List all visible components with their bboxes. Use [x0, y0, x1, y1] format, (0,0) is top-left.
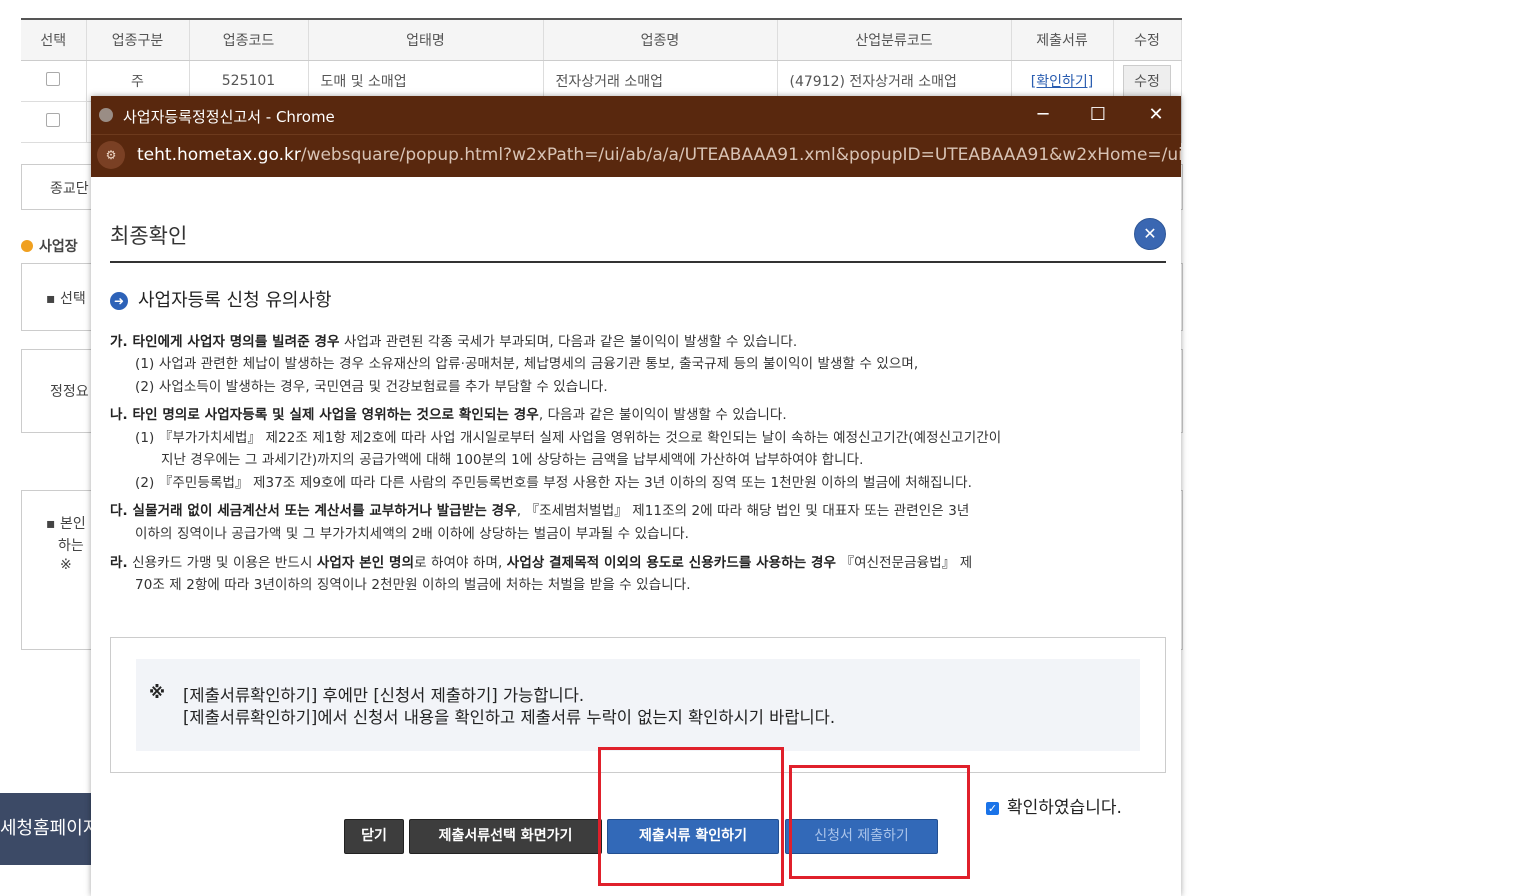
close-window-icon[interactable]: ✕ — [1136, 100, 1176, 130]
notice-da: 다. 실물거래 없이 세금계산서 또는 계산서를 교부하거나 발급받는 경우, … — [110, 503, 970, 519]
notice-na-1b: 지난 경우에는 그 과세기간)까지의 공급가액에 대해 100분의 1에 상당하… — [161, 452, 864, 468]
docs-link[interactable]: [확인하기] — [1031, 74, 1093, 90]
notice-da-2: 이하의 징역이나 공급가액 및 그 부가가치세액의 2배 이하에 상당하는 벌금… — [135, 526, 690, 542]
notice-ga-1: (1) 사업과 관련한 체납이 발생하는 경우 소유재산의 압류·공매처분, 체… — [135, 356, 919, 372]
col-header-docs: 제출서류 — [1011, 19, 1114, 61]
col-header-edit: 수정 — [1113, 19, 1182, 61]
bg-label-note: ※ — [60, 557, 72, 573]
info-mark-icon: ※ — [149, 683, 166, 702]
confirm-label: 확인하였습니다. — [1007, 798, 1122, 818]
table-header-row: 선택 업종구분 업종코드 업태명 업종명 산업분류코드 제출서류 수정 — [21, 19, 1182, 61]
window-title: 사업자등록정정신고서 - Chrome — [123, 108, 335, 126]
notice-ra: 라. 신용카드 가맹 및 이용은 반드시 사업자 본인 명의로 하여야 하며, … — [110, 555, 973, 571]
bg-label-religion: 종교단 — [50, 181, 89, 197]
close-button[interactable]: 닫기 — [344, 819, 404, 854]
notice-ga-2: (2) 사업소득이 발생하는 경우, 국민연금 및 건강보험료를 추가 부담할 … — [135, 379, 608, 395]
col-header-select: 선택 — [21, 19, 87, 61]
checkmark-icon: ✓ — [986, 802, 999, 815]
arrow-right-icon: ➜ — [110, 292, 128, 310]
globe-icon — [99, 108, 113, 122]
col-header-industry-code: 산업분류코드 — [777, 19, 1012, 61]
highlight-box-check-docs — [598, 747, 784, 886]
col-header-business-name: 업종명 — [543, 19, 778, 61]
url-text: teht.hometax.go.kr/websquare/popup.html?… — [137, 145, 1181, 165]
info-line-1: [제출서류확인하기] 후에만 [신청서 제출하기] 가능합니다. — [183, 686, 585, 705]
select-docs-screen-button[interactable]: 제출서류선택 화면가기 — [409, 819, 602, 854]
notice-ra-2: 70조 제 2항에 따라 3년이하의 징역이나 2천만원 이하의 벌금에 처하는… — [135, 577, 691, 593]
row-checkbox[interactable] — [46, 113, 61, 127]
notice-na-2: (2) 『주민등록법』 제37조 제9호에 따라 다른 사람의 주민등록번호를 … — [135, 475, 973, 491]
address-bar: ⚙ teht.hometax.go.kr/websquare/popup.htm… — [91, 134, 1181, 177]
section-title: ➜ 사업자등록 신청 유의사항 — [110, 286, 332, 312]
col-header-business-type: 업태명 — [308, 19, 544, 61]
highlight-box-submit — [789, 765, 970, 879]
bg-label-correction: 정정요 — [50, 384, 89, 400]
notice-ga: 가. 타인에게 사업자 명의를 빌려준 경우 사업과 관련된 각종 국세가 부과… — [110, 334, 798, 350]
window-titlebar: 사업자등록정정신고서 - Chrome ─ ☐ ✕ — [91, 96, 1181, 134]
col-header-category: 업종구분 — [86, 19, 190, 61]
maximize-icon[interactable]: ☐ — [1078, 100, 1118, 130]
info-line-2: [제출서류확인하기]에서 신청서 내용을 확인하고 제출서류 누락이 없는지 확… — [183, 708, 836, 727]
notice-na: 나. 타인 명의로 사업자등록 및 실제 사업을 영위하는 것으로 확인되는 경… — [110, 407, 787, 423]
notice-na-1a: (1) 『부가가치세법』 제22조 제1항 제2호에 따라 사업 개시일로부터 … — [135, 430, 1002, 446]
edit-button[interactable]: 수정 — [1123, 65, 1171, 97]
site-info-icon[interactable]: ⚙ — [97, 141, 125, 169]
minimize-icon[interactable]: ─ — [1023, 100, 1063, 130]
dialog-title: 최종확인 — [110, 224, 188, 248]
dialog-close-icon[interactable]: ✕ — [1134, 218, 1166, 250]
bg-label-select: ▪ 선택 — [46, 291, 86, 307]
bg-label-do: 하는 — [58, 538, 84, 554]
col-header-code: 업종코드 — [189, 19, 309, 61]
bullet-icon — [21, 240, 33, 252]
hometax-footer-link[interactable]: 세청홈페이지 — [0, 793, 100, 865]
bg-label-self: ▪ 본인 — [46, 516, 86, 532]
bg-section-workplace: 사업장 — [21, 236, 78, 256]
row-checkbox[interactable] — [46, 72, 61, 86]
confirm-checkbox[interactable]: ✓ 확인하였습니다. — [986, 793, 1122, 818]
title-divider — [110, 261, 1166, 263]
